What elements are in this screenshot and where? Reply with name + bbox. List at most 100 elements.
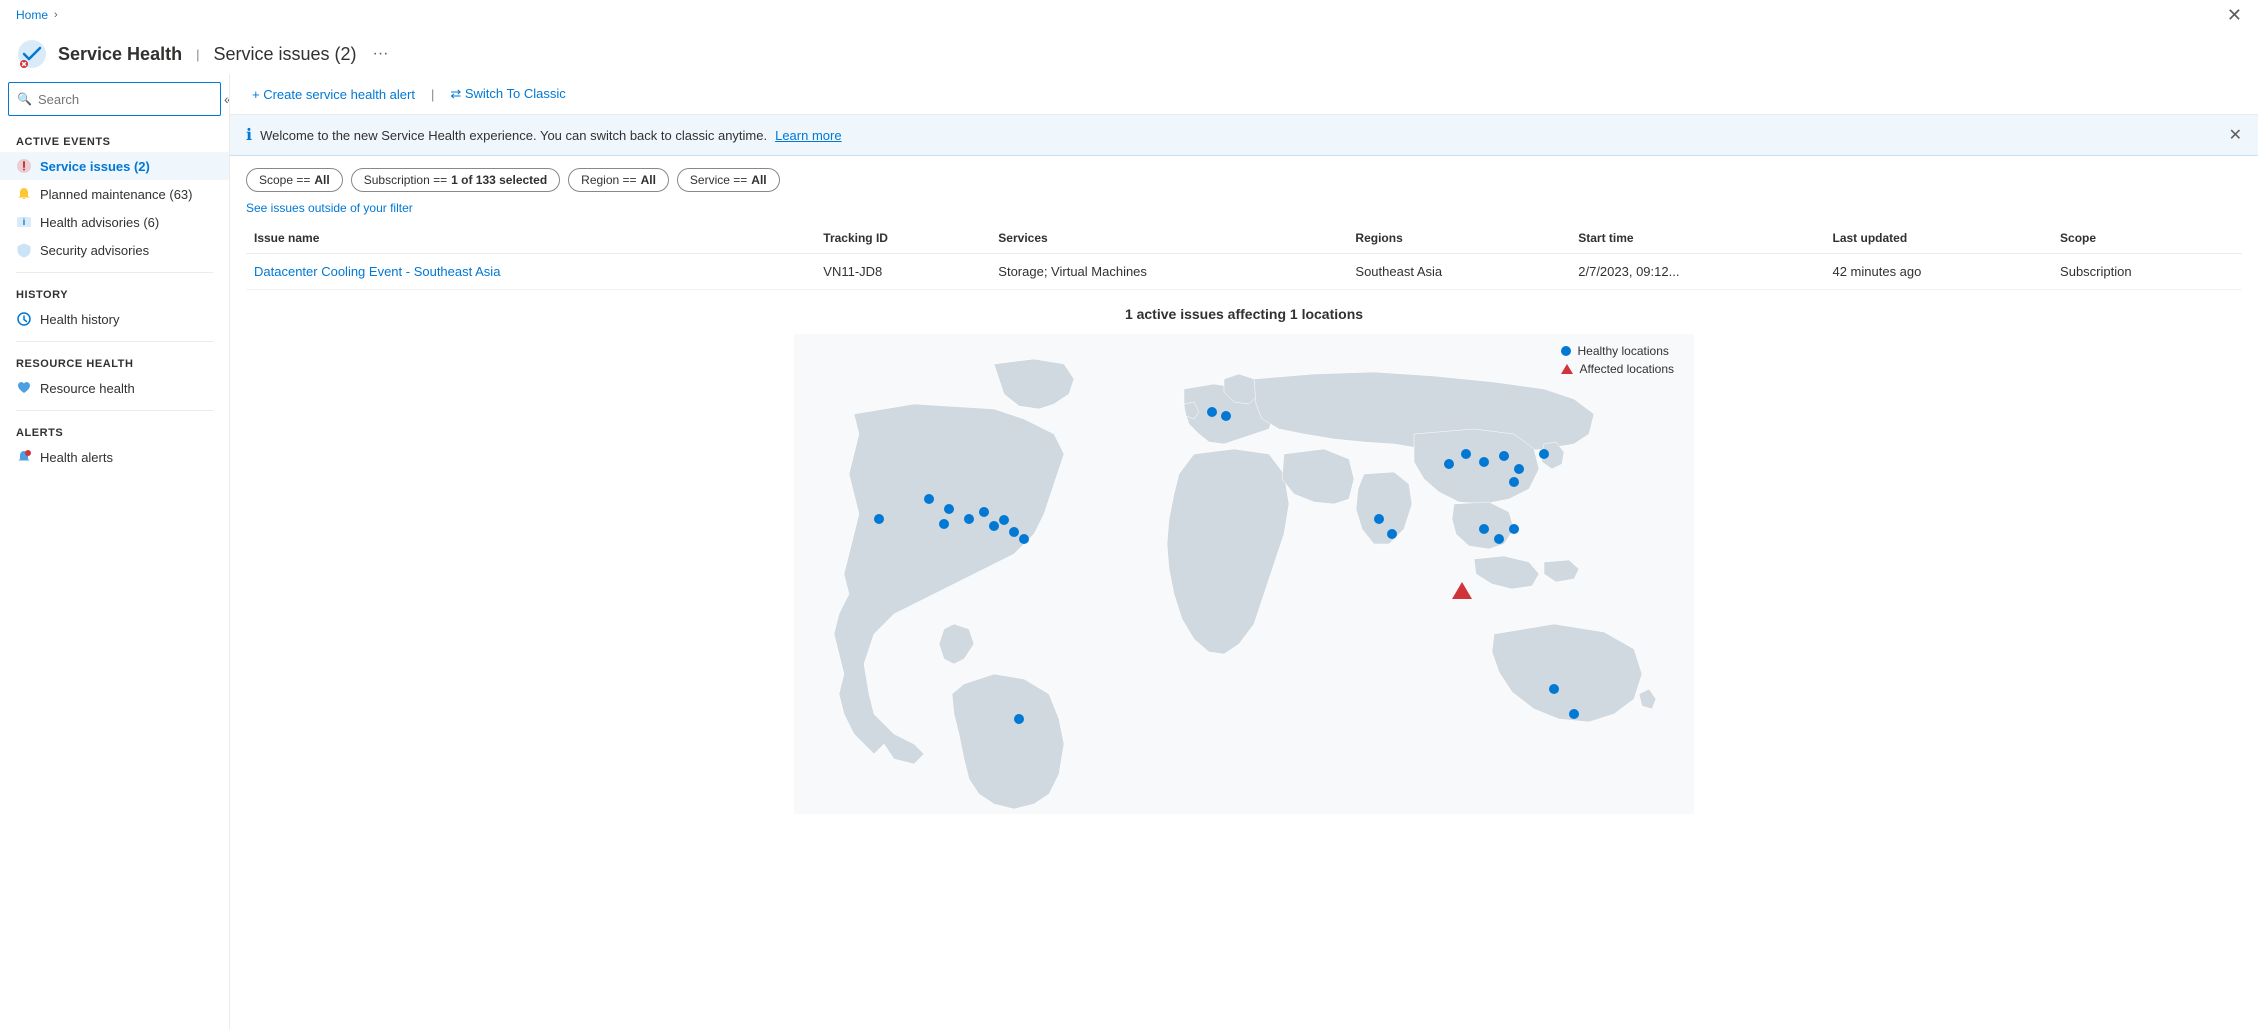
issues-table: Issue name Tracking ID Services Regions … [246,223,2242,290]
col-start-time[interactable]: Start time [1570,223,1824,254]
sidebar-item-health-history[interactable]: Health history [0,305,229,333]
map-legend: Healthy locations Affected locations [1561,344,1674,376]
sidebar-divider-history [16,272,213,273]
sidebar-item-health-alerts[interactable]: Health alerts [0,443,229,471]
security-advisories-label: Security advisories [40,243,149,258]
toolbar-separator: | [431,87,434,102]
service-issues-label: Service issues (2) [40,159,150,174]
toolbar: + Create service health alert | ⇄ Switch… [230,74,2258,115]
see-outside-container: See issues outside of your filter [230,200,2258,223]
sidebar-section-alerts: ALERTS [0,419,229,443]
info-banner: ℹ Welcome to the new Service Health expe… [230,115,2258,156]
legend-healthy: Healthy locations [1561,344,1674,358]
legend-affected-label: Affected locations [1579,362,1674,376]
issues-table-container: Issue name Tracking ID Services Regions … [230,223,2258,290]
sidebar-divider-resource [16,341,213,342]
bell-yellow-icon [16,186,32,202]
heart-icon [16,380,32,396]
sidebar-item-service-issues[interactable]: Service issues (2) [0,152,229,180]
sidebar: 🔍 « ACTIVE EVENTS Service issues (2) [0,74,230,1029]
subscription-label: Subscription == [364,173,447,187]
health-advisories-label: Health advisories (6) [40,215,159,230]
health-alerts-label: Health alerts [40,450,113,465]
info-blue-icon: i [16,214,32,230]
affected-triangle-icon [1561,364,1573,374]
resource-health-label: Resource health [40,381,135,396]
page-subtitle: Service issues (2) [213,44,356,65]
planned-maintenance-label: Planned maintenance (63) [40,187,193,202]
search-input[interactable] [38,92,214,107]
breadcrumb-sep: › [54,9,58,21]
cell-services: Storage; Virtual Machines [990,254,1347,290]
banner-close-button[interactable]: ✕ [2229,125,2242,145]
main-content: 🔍 « ACTIVE EVENTS Service issues (2) [0,74,2258,1029]
legend-affected: Affected locations [1561,362,1674,376]
cell-last-updated: 42 minutes ago [1824,254,2052,290]
col-tracking-id[interactable]: Tracking ID [815,223,990,254]
health-history-label: Health history [40,312,119,327]
col-regions[interactable]: Regions [1347,223,1570,254]
issue-link[interactable]: Datacenter Cooling Event - Southeast Asi… [254,264,500,279]
clock-icon [16,311,32,327]
subscription-filter[interactable]: Subscription == 1 of 133 selected [351,168,560,192]
table-row: Datacenter Cooling Event - Southeast Asi… [246,254,2242,290]
search-icon: 🔍 [17,92,32,106]
filters-row: Scope == All Subscription == 1 of 133 se… [230,156,2258,200]
map-wrapper: Healthy locations Affected locations [794,334,1694,817]
sidebar-item-security-advisories[interactable]: Security advisories [0,236,229,264]
shield-icon [16,242,32,258]
scope-filter[interactable]: Scope == All [246,168,343,192]
map-title: 1 active issues affecting 1 locations [246,306,2242,322]
search-box[interactable]: 🔍 « [8,82,221,116]
scope-value: All [314,173,329,187]
cell-tracking-id: VN11-JD8 [815,254,990,290]
region-filter[interactable]: Region == All [568,168,669,192]
region-label: Region == [581,173,636,187]
subscription-value: 1 of 133 selected [451,173,547,187]
cell-issue-name: Datacenter Cooling Event - Southeast Asi… [246,254,815,290]
service-value: All [751,173,766,187]
cell-regions: Southeast Asia [1347,254,1570,290]
see-outside-link[interactable]: See issues outside of your filter [246,201,413,215]
col-scope[interactable]: Scope [2052,223,2242,254]
breadcrumb: Home › [16,8,58,22]
sidebar-item-planned-maintenance[interactable]: Planned maintenance (63) [0,180,229,208]
healthy-dot-icon [1561,346,1571,356]
info-icon: ℹ [246,125,252,145]
col-issue-name[interactable]: Issue name [246,223,815,254]
more-button[interactable]: ··· [367,43,395,65]
learn-more-link[interactable]: Learn more [775,128,841,143]
sidebar-item-resource-health[interactable]: Resource health [0,374,229,402]
content-area: + Create service health alert | ⇄ Switch… [230,74,2258,1029]
top-row: Home › ✕ [0,0,2258,30]
sidebar-item-health-advisories[interactable]: i Health advisories (6) [0,208,229,236]
legend-healthy-label: Healthy locations [1577,344,1668,358]
page-title-bar: Service Health | Service issues (2) ··· [0,30,2258,74]
svg-text:i: i [23,217,26,227]
service-label: Service == [690,173,747,187]
region-value: All [641,173,656,187]
sidebar-section-history: HISTORY [0,281,229,305]
create-alert-button[interactable]: + Create service health alert [246,83,421,106]
sidebar-divider-alerts [16,410,213,411]
sidebar-section-resource-health: RESOURCE HEALTH [0,350,229,374]
app-container: Home › ✕ Service Health | Service issues… [0,0,2258,1029]
collapse-button[interactable]: « [220,87,230,111]
service-health-icon [16,38,48,70]
table-header-row: Issue name Tracking ID Services Regions … [246,223,2242,254]
switch-classic-button[interactable]: ⇄ Switch To Classic [444,82,571,106]
sidebar-section-active-events: ACTIVE EVENTS [0,128,229,152]
close-button[interactable]: ✕ [2227,6,2242,24]
scope-label: Scope == [259,173,310,187]
cell-scope: Subscription [2052,254,2242,290]
map-section: 1 active issues affecting 1 locations He… [230,290,2258,833]
cell-start-time: 2/7/2023, 09:12... [1570,254,1824,290]
world-map-svg [794,334,1694,814]
banner-text: Welcome to the new Service Health experi… [260,128,767,143]
health-alerts-icon [16,449,32,465]
service-filter[interactable]: Service == All [677,168,780,192]
alert-red-icon [16,158,32,174]
col-last-updated[interactable]: Last updated [1824,223,2052,254]
home-link[interactable]: Home [16,8,48,22]
col-services[interactable]: Services [990,223,1347,254]
